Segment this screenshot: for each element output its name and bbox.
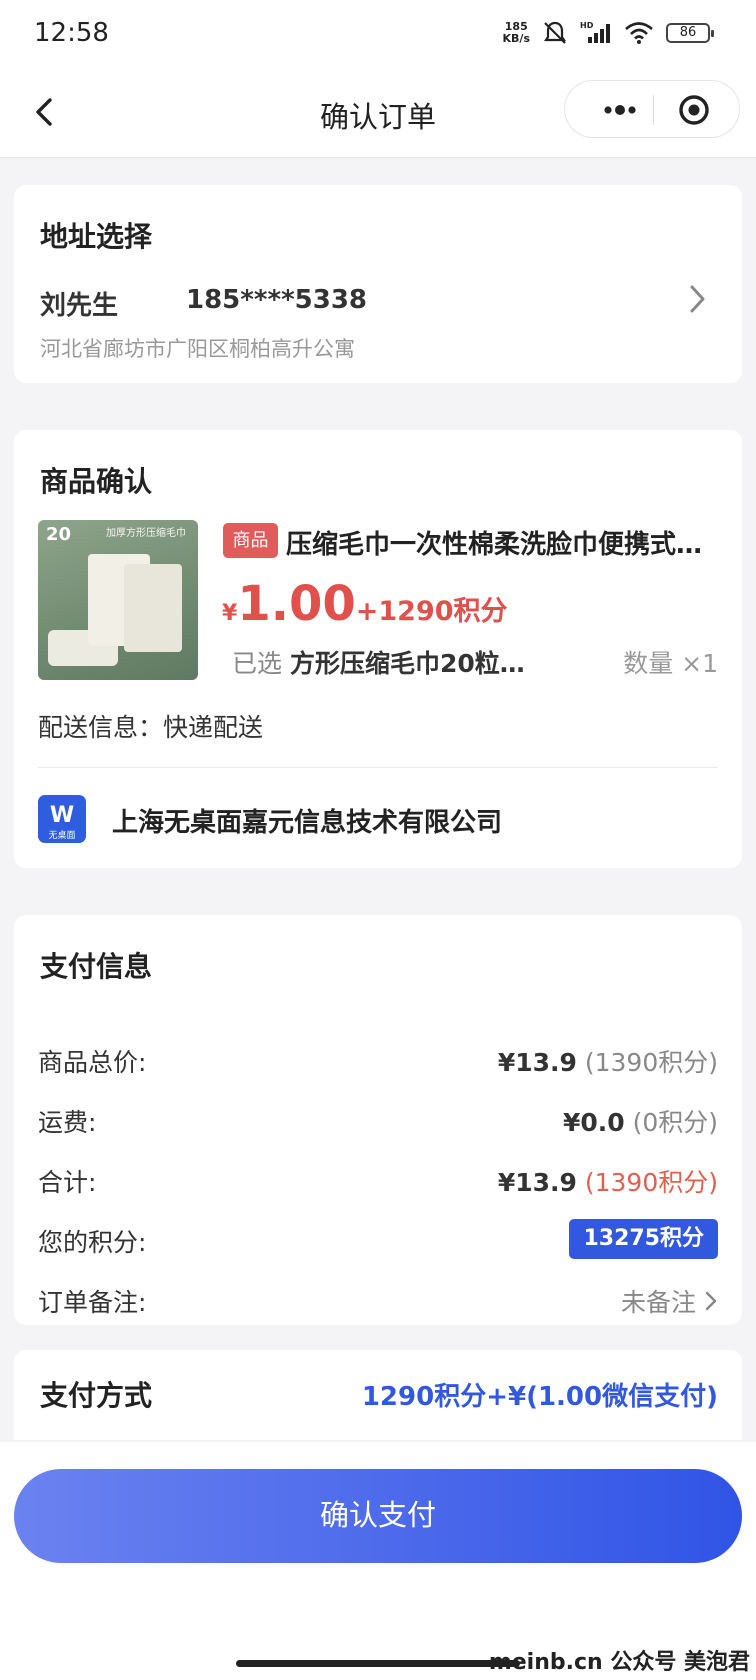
- row-value: ¥0.0 (0积分): [562, 1108, 718, 1137]
- shop-logo-mark: W: [49, 803, 75, 828]
- delivery-info: 配送信息：快递配送: [38, 713, 264, 742]
- capsule-divider: [653, 95, 654, 125]
- shop-logo: W 无桌面: [38, 795, 86, 843]
- method-section-title: 支付方式: [40, 1374, 163, 1414]
- battery-indicator: 86: [666, 23, 714, 43]
- product-section-title: 商品确认: [40, 460, 163, 500]
- row-label: 订单备注:: [38, 1288, 147, 1317]
- bell-muted-icon: [543, 21, 567, 44]
- nav-bar: 确认订单: [0, 70, 756, 158]
- payment-section-title: 支付信息: [40, 945, 163, 985]
- row-value: ¥13.9 (1390积分): [497, 1048, 718, 1077]
- towel-package: [124, 564, 182, 652]
- price-row-shipping: 运费: ¥0.0 (0积分): [38, 1101, 718, 1141]
- product-name: 压缩毛巾一次性棉柔洗脸巾便携式旅行装: [286, 530, 706, 560]
- payment-info-card: 支付信息 商品总价: ¥13.9 (1390积分) 运费: ¥0.0 (0积分)…: [14, 915, 742, 1325]
- row-label: 您的积分:: [38, 1228, 147, 1257]
- chevron-right-icon: [705, 1291, 717, 1311]
- status-icons: 185 KB/s HD 86: [502, 20, 714, 46]
- status-bar: 12:58 185 KB/s HD 86: [0, 0, 756, 70]
- row-label: 运费:: [38, 1108, 97, 1137]
- product-price: ¥1.00+1290积分: [222, 576, 508, 632]
- my-points-badge: 13275积分: [569, 1219, 718, 1259]
- status-time: 12:58: [34, 18, 109, 48]
- price-points: +1290积分: [355, 596, 508, 627]
- product-image[interactable]: 20 加厚方形压缩毛巾: [38, 520, 198, 680]
- network-type: HD: [580, 21, 594, 30]
- product-image-label: 加厚方形压缩毛巾: [106, 528, 186, 539]
- net-speed: 185 KB/s: [502, 20, 530, 45]
- product-tag: 商品: [223, 523, 278, 558]
- confirm-payment-button[interactable]: 确认支付: [14, 1469, 742, 1563]
- divider: [38, 767, 718, 768]
- payment-method-card[interactable]: 支付方式 1290积分+¥(1.00微信支付): [14, 1350, 742, 1440]
- price-row-total: 合计: ¥13.9 (1390积分): [38, 1161, 718, 1201]
- product-spec: 已选 方形压缩毛巾20粒…: [232, 644, 525, 680]
- product-image-badge: 20: [46, 524, 72, 545]
- price-value: 1.00: [237, 576, 356, 632]
- row-value: ¥13.9 (1390积分): [497, 1168, 718, 1197]
- spec-value: 方形压缩毛巾20粒…: [289, 649, 525, 678]
- address-section-title: 地址选择: [40, 215, 163, 255]
- wifi-icon: [625, 22, 653, 44]
- watermark: meinb.cn 公众号 美泡君: [488, 1650, 750, 1675]
- spec-label: 已选: [232, 649, 283, 678]
- payment-method-value: 1290积分+¥(1.00微信支付): [361, 1382, 718, 1412]
- row-label: 商品总价:: [38, 1048, 147, 1077]
- product-card: 商品确认 20 加厚方形压缩毛巾 商品 压缩毛巾一次性棉柔洗脸巾便携式旅行装 ¥…: [14, 430, 742, 868]
- order-remark-row[interactable]: 订单备注: 未备注: [38, 1281, 718, 1321]
- recipient-phone: 185****5338: [186, 285, 368, 315]
- address-card[interactable]: 地址选择 刘先生 185****5338 河北省廊坊市广阳区桐柏高升公寓: [14, 185, 742, 383]
- signal-icon: HD: [580, 21, 610, 43]
- row-label: 合计:: [38, 1168, 97, 1197]
- product-quantity: 数量 ×1: [623, 649, 718, 678]
- home-indicator[interactable]: [236, 1660, 520, 1667]
- miniprogram-capsule: [564, 80, 740, 138]
- shop-logo-text: 无桌面: [48, 831, 76, 841]
- chevron-right-icon[interactable]: [686, 283, 708, 315]
- close-miniprogram-icon[interactable]: [677, 93, 711, 127]
- shop-name: 上海无桌面嘉元信息技术有限公司: [112, 808, 503, 838]
- my-points-row: 您的积分: 13275积分: [38, 1219, 718, 1261]
- more-dots-icon[interactable]: [587, 95, 653, 125]
- price-row-subtotal: 商品总价: ¥13.9 (1390积分): [38, 1041, 718, 1081]
- remark-value[interactable]: 未备注: [621, 1283, 718, 1319]
- address-detail: 河北省廊坊市广阳区桐柏高升公寓: [40, 337, 355, 361]
- recipient-name: 刘先生: [40, 291, 119, 321]
- price-symbol: ¥: [222, 601, 238, 626]
